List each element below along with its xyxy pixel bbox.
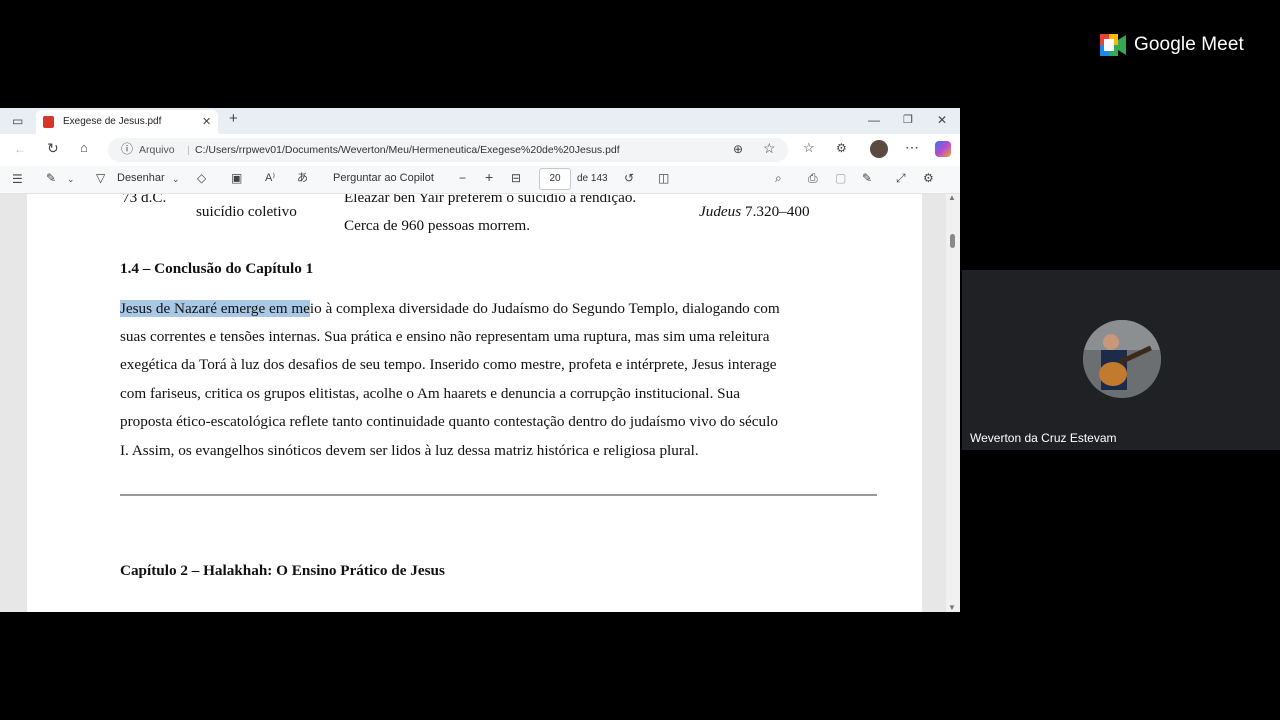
favorite-star-icon[interactable]: ☆ [763,141,776,155]
refresh-icon[interactable]: ↻ [47,141,59,155]
save-icon[interactable]: ▢ [835,172,846,184]
paragraph-line-1-rest: io à complexa diversidade do Judaísmo do… [309,300,780,317]
pdf-viewer[interactable]: 73 d.C. suicídio coletivo Eleazar ben Ya… [0,194,960,612]
paragraph-line: suas correntes e tensões internas. Sua p… [120,328,770,345]
back-icon[interactable]: ← [14,143,26,155]
scroll-down-icon[interactable]: ▼ [948,602,956,612]
paragraph-line: exegética da Torá à luz dos desafios de … [120,356,777,373]
table-cell-desc-line2: Cerca de 960 pessoas morrem. [344,217,530,234]
text-icon[interactable]: ▣ [231,172,242,184]
zoom-icon[interactable]: ⊕ [733,143,743,155]
paragraph-line-1: Jesus de Nazaré emerge em meio à complex… [120,300,780,318]
vertical-scrollbar[interactable]: ▲ ▼ [946,194,960,612]
fullscreen-icon[interactable]: ⤢ [896,172,906,184]
page-view-icon[interactable]: ◫ [658,172,669,184]
pdf-page: 73 d.C. suicídio coletivo Eleazar ben Ya… [27,194,922,612]
draw-button[interactable]: Desenhar [117,172,165,184]
participant-name: Weverton da Cruz Estevam [970,431,1117,445]
page-number-input[interactable]: 20 [539,168,571,190]
extensions-icon[interactable]: ⚙ [836,142,847,154]
tab-actions-icon[interactable]: ▭ [12,115,23,127]
participant-avatar [1083,320,1161,398]
favorites-icon[interactable]: ☆ [803,141,815,154]
more-menu-icon[interactable]: ⋯ [905,140,919,154]
chapter-heading: Capítulo 2 – Halakhah: O Ensino Prático … [120,562,445,579]
paragraph-line: proposta ético-escatológica reflete tant… [120,413,778,430]
print-icon[interactable]: ⎙ [808,172,818,184]
search-icon[interactable]: ⌕ [775,172,782,184]
url-separator: | [187,144,190,156]
google-meet-logo: Google Meet [1100,34,1244,56]
home-icon[interactable]: ⌂ [80,141,88,154]
pdf-toolbar: ☰ ✎ ⌄ ▽ Desenhar ⌄ ◇ ▣ A⁾ あ Perguntar ao… [0,166,960,194]
zoom-in-icon[interactable]: + [485,170,493,184]
meet-brand-text: Google Meet [1134,34,1244,55]
read-aloud-icon[interactable]: A⁾ [265,172,275,184]
paragraph-line: I. Assim, os evangelhos sinóticos devem … [120,442,699,459]
rotate-icon[interactable]: ↺ [624,172,634,184]
highlight-dropdown-icon[interactable]: ⌄ [67,173,75,185]
address-bar-row: ← ↻ ⌂ ⓘ Arquivo | C:/Users/rrpwev01/Docu… [0,134,960,166]
new-tab-icon[interactable]: + [229,111,238,126]
translate-icon[interactable]: あ [297,172,308,184]
url-scheme-label: Arquivo [139,144,175,156]
source-ref: 7.320–400 [741,203,810,220]
save-as-icon[interactable]: ✎ [862,172,872,184]
settings-gear-icon[interactable]: ⚙ [923,172,934,184]
draw-icon[interactable]: ▽ [96,172,105,184]
source-title: Judeus [699,203,742,220]
address-bar[interactable]: ⓘ Arquivo | C:/Users/rrpwev01/Documents/… [108,138,788,162]
table-cell-desc-line1: Eleazar ben Yair preferem o suicídio à r… [344,194,637,206]
zoom-out-icon[interactable]: − [459,172,466,184]
profile-avatar[interactable] [870,140,888,158]
tab-exegese[interactable]: Exegese de Jesus.pdf ✕ [36,110,218,134]
text-selection[interactable]: Jesus de Nazaré emerge em me [120,300,310,317]
page-count: de 143 [577,173,608,184]
paragraph-line: com fariseus, critica os grupos elitista… [120,385,740,402]
info-icon: ⓘ [121,142,134,156]
draw-dropdown-icon[interactable]: ⌄ [172,173,180,185]
section-heading: 1.4 – Conclusão do Capítulo 1 [120,260,314,277]
browser-window: ▭ Exegese de Jesus.pdf ✕ + — ❐ ✕ ← ↻ ⌂ ⓘ… [0,108,960,612]
highlight-icon[interactable]: ✎ [46,172,56,184]
restore-icon[interactable]: ❐ [903,114,913,126]
table-cell-event: suicídio coletivo [196,203,297,220]
table-cell-date: 73 d.C. [122,194,167,206]
url-text[interactable]: C:/Users/rrpwev01/Documents/Weverton/Meu… [195,144,620,156]
contents-icon[interactable]: ☰ [12,173,23,185]
tab-title: Exegese de Jesus.pdf [63,116,162,127]
horizontal-rule [120,494,877,496]
copilot-icon[interactable] [935,141,951,157]
tab-bar: ▭ Exegese de Jesus.pdf ✕ + — ❐ ✕ [0,108,960,134]
meet-camera-icon [1100,34,1126,56]
minimize-icon[interactable]: — [868,114,880,126]
ask-copilot-button[interactable]: Perguntar ao Copilot [333,172,434,184]
eraser-icon[interactable]: ◇ [197,172,206,184]
close-window-icon[interactable]: ✕ [937,114,947,126]
scrollbar-thumb[interactable] [950,234,955,248]
close-tab-icon[interactable]: ✕ [202,116,211,128]
fit-page-icon[interactable]: ⊟ [511,172,521,184]
table-cell-source: Judeus 7.320–400 [699,203,810,221]
pdf-file-icon [43,116,54,128]
scroll-up-icon[interactable]: ▲ [948,194,956,204]
